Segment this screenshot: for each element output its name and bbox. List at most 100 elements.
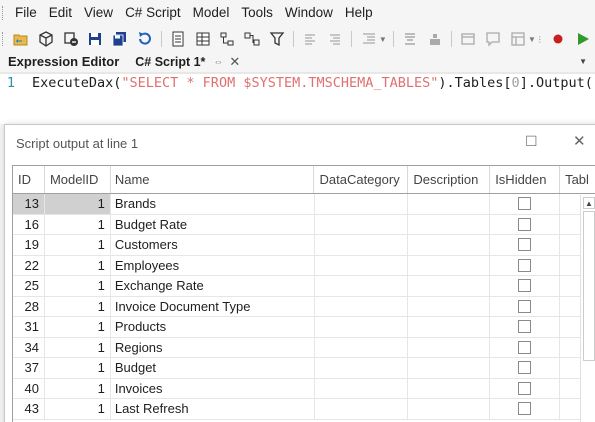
- column-header-table[interactable]: Tabl: [560, 166, 595, 193]
- close-tab-icon[interactable]: ✕: [229, 54, 240, 70]
- ishidden-checkbox[interactable]: [518, 340, 532, 354]
- menu-csharp-script[interactable]: C# Script: [119, 0, 187, 26]
- cell-name[interactable]: Brands: [111, 194, 315, 214]
- ishidden-checkbox[interactable]: [518, 197, 532, 211]
- cell-datacategory[interactable]: [315, 317, 409, 337]
- run-icon[interactable]: [573, 29, 594, 50]
- cell-id[interactable]: 25: [13, 276, 45, 296]
- table-row[interactable]: 19 1 Customers: [13, 235, 595, 256]
- cell-name[interactable]: Customers: [111, 235, 315, 255]
- column-header-name[interactable]: Name: [111, 166, 315, 193]
- cell-description[interactable]: [408, 296, 491, 316]
- cell-datacategory[interactable]: [315, 358, 409, 378]
- ishidden-checkbox[interactable]: [518, 217, 532, 231]
- cell-datacategory[interactable]: [315, 337, 409, 357]
- cell-datacategory[interactable]: [315, 296, 409, 316]
- undo-icon[interactable]: [134, 29, 155, 50]
- indent-icon[interactable]: [358, 29, 379, 50]
- cell-name[interactable]: Budget: [111, 358, 315, 378]
- table-icon[interactable]: [192, 29, 213, 50]
- vertical-scrollbar[interactable]: ▲: [580, 195, 595, 422]
- deploy-icon[interactable]: [60, 29, 81, 50]
- model-icon[interactable]: [36, 29, 57, 50]
- cell-name[interactable]: Invoices: [111, 378, 315, 398]
- table-row[interactable]: 13 1 Brands: [13, 194, 595, 215]
- cell-name[interactable]: Exchange Rate: [111, 276, 315, 296]
- maximize-icon[interactable]: ☐: [525, 133, 539, 149]
- ishidden-checkbox[interactable]: [518, 279, 532, 293]
- align-left-icon[interactable]: [300, 29, 321, 50]
- hierarchy-icon[interactable]: [217, 29, 238, 50]
- cell-modelid[interactable]: 1: [45, 317, 111, 337]
- cell-id[interactable]: 34: [13, 337, 45, 357]
- menu-tools[interactable]: Tools: [235, 0, 279, 26]
- cell-datacategory[interactable]: [315, 194, 409, 214]
- cell-name[interactable]: Invoice Document Type: [111, 296, 315, 316]
- document-icon[interactable]: [168, 29, 189, 50]
- ishidden-checkbox[interactable]: [518, 258, 532, 272]
- chevron-down-icon[interactable]: ▼: [528, 35, 536, 44]
- code-line[interactable]: ExecuteDax("SELECT * FROM $SYSTEM.TMSCHE…: [32, 74, 595, 92]
- cell-modelid[interactable]: 1: [44, 194, 111, 214]
- cell-modelid[interactable]: 1: [45, 399, 111, 419]
- table-row[interactable]: 31 1 Products: [13, 317, 595, 338]
- cell-datacategory[interactable]: [315, 214, 409, 234]
- comment-icon[interactable]: [483, 29, 504, 50]
- cell-datacategory[interactable]: [315, 235, 409, 255]
- tab-overflow-icon[interactable]: ▼: [579, 57, 587, 66]
- cell-description[interactable]: [408, 378, 491, 398]
- column-header-ishidden[interactable]: IsHidden: [490, 166, 561, 193]
- window-icon[interactable]: [458, 29, 479, 50]
- cell-modelid[interactable]: 1: [45, 235, 111, 255]
- cell-datacategory[interactable]: [315, 276, 409, 296]
- cell-id[interactable]: 43: [13, 399, 45, 419]
- more-icon[interactable]: ⋮: [536, 35, 544, 44]
- cell-id[interactable]: 31: [13, 317, 45, 337]
- cell-name[interactable]: Products: [111, 317, 315, 337]
- column-header-description[interactable]: Description: [408, 166, 491, 193]
- chevron-down-icon[interactable]: ▼: [379, 35, 387, 44]
- table-row[interactable]: 16 1 Budget Rate: [13, 214, 595, 235]
- save-all-icon[interactable]: [110, 29, 131, 50]
- table-row[interactable]: 40 1 Invoices: [13, 378, 595, 399]
- table-row[interactable]: 22 1 Employees: [13, 255, 595, 276]
- tab-csharp-script[interactable]: C# Script 1* ⇔ ✕: [127, 52, 249, 72]
- record-icon[interactable]: [548, 29, 569, 50]
- cell-id[interactable]: 37: [13, 358, 45, 378]
- cell-description[interactable]: [408, 399, 491, 419]
- table-row[interactable]: 43 1 Last Refresh: [13, 399, 595, 420]
- close-icon[interactable]: ✕: [573, 132, 586, 150]
- cell-description[interactable]: [408, 317, 491, 337]
- table-row[interactable]: 25 1 Exchange Rate: [13, 276, 595, 297]
- column-header-datacategory[interactable]: DataCategory: [314, 166, 409, 193]
- cell-modelid[interactable]: 1: [45, 378, 111, 398]
- ishidden-checkbox[interactable]: [518, 402, 532, 416]
- ishidden-checkbox[interactable]: [518, 238, 532, 252]
- scroll-thumb[interactable]: [583, 211, 595, 361]
- table-row[interactable]: 37 1 Budget: [13, 358, 595, 379]
- ishidden-checkbox[interactable]: [518, 320, 532, 334]
- menu-view[interactable]: View: [78, 0, 119, 26]
- cell-description[interactable]: [408, 214, 491, 234]
- ishidden-checkbox[interactable]: [518, 299, 532, 313]
- cell-name[interactable]: Employees: [111, 255, 315, 275]
- cell-description[interactable]: [408, 276, 491, 296]
- cell-description[interactable]: [408, 194, 491, 214]
- cell-id[interactable]: 28: [13, 296, 45, 316]
- relationship-icon[interactable]: [242, 29, 263, 50]
- cell-modelid[interactable]: 1: [45, 358, 111, 378]
- table-row[interactable]: 34 1 Regions: [13, 337, 595, 358]
- column-header-id[interactable]: ID: [13, 166, 45, 193]
- menu-help[interactable]: Help: [339, 0, 379, 26]
- cell-modelid[interactable]: 1: [45, 276, 111, 296]
- cell-description[interactable]: [408, 255, 491, 275]
- cell-description[interactable]: [408, 358, 491, 378]
- cell-id[interactable]: 22: [13, 255, 45, 275]
- menu-file[interactable]: File: [9, 0, 43, 26]
- column-icon[interactable]: [507, 29, 528, 50]
- tag-icon[interactable]: [424, 29, 445, 50]
- scroll-up-icon[interactable]: ▲: [583, 197, 595, 209]
- menu-model[interactable]: Model: [187, 0, 236, 26]
- cell-id[interactable]: 19: [13, 235, 45, 255]
- cell-modelid[interactable]: 1: [45, 214, 111, 234]
